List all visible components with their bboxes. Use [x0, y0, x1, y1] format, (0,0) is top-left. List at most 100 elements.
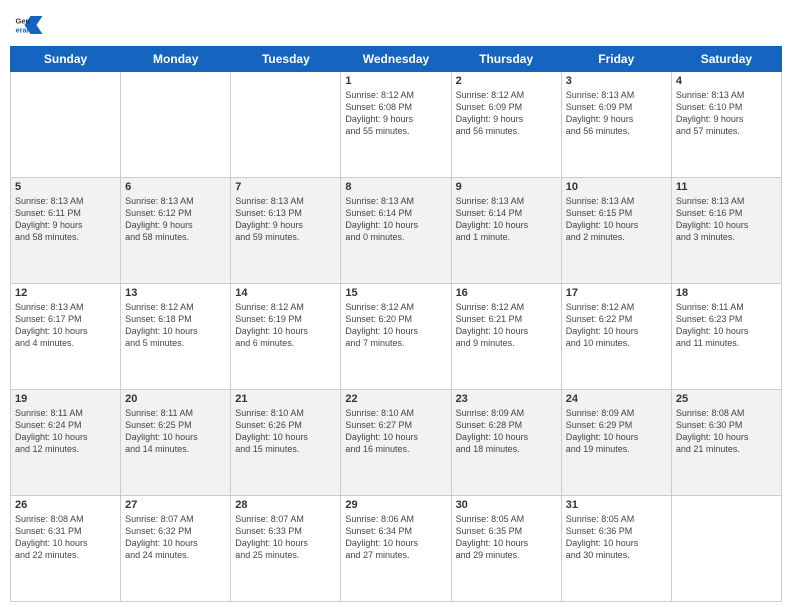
calendar-cell: 17Sunrise: 8:12 AM Sunset: 6:22 PM Dayli…: [561, 284, 671, 390]
day-info: Sunrise: 8:13 AM Sunset: 6:12 PM Dayligh…: [125, 195, 226, 244]
calendar-cell: 14Sunrise: 8:12 AM Sunset: 6:19 PM Dayli…: [231, 284, 341, 390]
calendar-cell: 7 Sunrise: 8:13 AM Sunset: 6:13 PM Daylig…: [231, 178, 341, 284]
day-info: Sunrise: 8:13 AM Sunset: 6:14 PM Dayligh…: [456, 195, 557, 244]
weekday-header-wednesday: Wednesday: [341, 47, 451, 72]
day-number: 20: [125, 393, 226, 405]
calendar-cell: [671, 496, 781, 602]
calendar-cell: 23 Sunrise: 8:09 AM Sunset: 6:28 PM Dayli…: [451, 390, 561, 496]
day-info: Sunrise: 8:10 AM Sunset: 6:27 PM Dayligh…: [345, 407, 446, 456]
day-info: Sunrise: 8:12 AM Sunset: 6:20 PM Dayligh…: [345, 301, 446, 350]
day-number: 14: [235, 287, 336, 299]
svg-text:Gen: Gen: [16, 17, 31, 26]
day-number: 10: [566, 181, 667, 193]
calendar-cell: [121, 72, 231, 178]
day-number: 22: [345, 393, 446, 405]
day-info: Sunrise: 8:08 AM Sunset: 6:30 PM Dayligh…: [676, 407, 777, 456]
calendar-cell: 21 Sunrise: 8:10 AM Sunset: 6:26 PM Dayli…: [231, 390, 341, 496]
calendar-cell: [11, 72, 121, 178]
calendar-cell: 26 Sunrise: 8:08 AM Sunset: 6:31 PM Dayli…: [11, 496, 121, 602]
day-number: 30: [456, 499, 557, 511]
logo-icon: Gen eral: [14, 10, 44, 40]
logo: Gen eral: [14, 10, 48, 40]
calendar-cell: 13 Sunrise: 8:12 AM Sunset: 6:18 PM Dayli…: [121, 284, 231, 390]
calendar-cell: 16 Sunrise: 8:12 AM Sunset: 6:21 PM Dayli…: [451, 284, 561, 390]
calendar-cell: 27Sunrise: 8:07 AM Sunset: 6:32 PM Dayli…: [121, 496, 231, 602]
day-number: 25: [676, 393, 777, 405]
day-number: 1: [345, 75, 446, 87]
calendar-cell: [231, 72, 341, 178]
calendar-table: SundayMondayTuesdayWednesdayThursdayFrid…: [10, 46, 782, 602]
day-info: Sunrise: 8:13 AM Sunset: 6:09 PM Dayligh…: [566, 89, 667, 138]
calendar-week-row: 1 Sunrise: 8:12 AM Sunset: 6:08 PM Daylig…: [11, 72, 782, 178]
day-info: Sunrise: 8:06 AM Sunset: 6:34 PM Dayligh…: [345, 513, 446, 562]
day-number: 3: [566, 75, 667, 87]
calendar-cell: 2 Sunrise: 8:12 AM Sunset: 6:09 PM Daylig…: [451, 72, 561, 178]
calendar-cell: 28 Sunrise: 8:07 AM Sunset: 6:33 PM Dayli…: [231, 496, 341, 602]
calendar-cell: 11Sunrise: 8:13 AM Sunset: 6:16 PM Dayli…: [671, 178, 781, 284]
day-info: Sunrise: 8:13 AM Sunset: 6:14 PM Dayligh…: [345, 195, 446, 244]
day-number: 13: [125, 287, 226, 299]
day-info: Sunrise: 8:12 AM Sunset: 6:08 PM Dayligh…: [345, 89, 446, 138]
calendar-cell: 30 Sunrise: 8:05 AM Sunset: 6:35 PM Dayli…: [451, 496, 561, 602]
calendar-cell: 6 Sunrise: 8:13 AM Sunset: 6:12 PM Daylig…: [121, 178, 231, 284]
day-info: Sunrise: 8:13 AM Sunset: 6:17 PM Dayligh…: [15, 301, 116, 350]
day-info: Sunrise: 8:12 AM Sunset: 6:18 PM Dayligh…: [125, 301, 226, 350]
day-number: 15: [345, 287, 446, 299]
day-number: 7: [235, 181, 336, 193]
day-number: 29: [345, 499, 446, 511]
day-number: 8: [345, 181, 446, 193]
calendar-cell: 25 Sunrise: 8:08 AM Sunset: 6:30 PM Dayli…: [671, 390, 781, 496]
day-number: 28: [235, 499, 336, 511]
day-info: Sunrise: 8:05 AM Sunset: 6:35 PM Dayligh…: [456, 513, 557, 562]
weekday-header-tuesday: Tuesday: [231, 47, 341, 72]
day-info: Sunrise: 8:08 AM Sunset: 6:31 PM Dayligh…: [15, 513, 116, 562]
day-info: Sunrise: 8:13 AM Sunset: 6:13 PM Dayligh…: [235, 195, 336, 244]
day-number: 12: [15, 287, 116, 299]
day-info: Sunrise: 8:13 AM Sunset: 6:10 PM Dayligh…: [676, 89, 777, 138]
header: Gen eral: [10, 10, 782, 40]
calendar-cell: 20 Sunrise: 8:11 AM Sunset: 6:25 PM Dayli…: [121, 390, 231, 496]
weekday-header-row: SundayMondayTuesdayWednesdayThursdayFrid…: [11, 47, 782, 72]
day-info: Sunrise: 8:11 AM Sunset: 6:24 PM Dayligh…: [15, 407, 116, 456]
calendar-week-row: 19 Sunrise: 8:11 AM Sunset: 6:24 PM Dayli…: [11, 390, 782, 496]
day-info: Sunrise: 8:07 AM Sunset: 6:33 PM Dayligh…: [235, 513, 336, 562]
calendar-week-row: 26 Sunrise: 8:08 AM Sunset: 6:31 PM Dayli…: [11, 496, 782, 602]
day-number: 24: [566, 393, 667, 405]
day-number: 6: [125, 181, 226, 193]
day-number: 16: [456, 287, 557, 299]
day-info: Sunrise: 8:13 AM Sunset: 6:11 PM Dayligh…: [15, 195, 116, 244]
weekday-header-monday: Monday: [121, 47, 231, 72]
day-info: Sunrise: 8:09 AM Sunset: 6:28 PM Dayligh…: [456, 407, 557, 456]
day-info: Sunrise: 8:13 AM Sunset: 6:16 PM Dayligh…: [676, 195, 777, 244]
day-info: Sunrise: 8:12 AM Sunset: 6:22 PM Dayligh…: [566, 301, 667, 350]
day-number: 9: [456, 181, 557, 193]
calendar-cell: 5Sunrise: 8:13 AM Sunset: 6:11 PM Daylig…: [11, 178, 121, 284]
day-info: Sunrise: 8:12 AM Sunset: 6:21 PM Dayligh…: [456, 301, 557, 350]
calendar-cell: 10 Sunrise: 8:13 AM Sunset: 6:15 PM Dayli…: [561, 178, 671, 284]
day-info: Sunrise: 8:12 AM Sunset: 6:09 PM Dayligh…: [456, 89, 557, 138]
day-info: Sunrise: 8:05 AM Sunset: 6:36 PM Dayligh…: [566, 513, 667, 562]
day-info: Sunrise: 8:11 AM Sunset: 6:25 PM Dayligh…: [125, 407, 226, 456]
calendar-cell: 19 Sunrise: 8:11 AM Sunset: 6:24 PM Dayli…: [11, 390, 121, 496]
calendar-week-row: 5Sunrise: 8:13 AM Sunset: 6:11 PM Daylig…: [11, 178, 782, 284]
day-info: Sunrise: 8:13 AM Sunset: 6:15 PM Dayligh…: [566, 195, 667, 244]
calendar-cell: 1 Sunrise: 8:12 AM Sunset: 6:08 PM Daylig…: [341, 72, 451, 178]
day-number: 31: [566, 499, 667, 511]
day-number: 26: [15, 499, 116, 511]
calendar-cell: 24Sunrise: 8:09 AM Sunset: 6:29 PM Dayli…: [561, 390, 671, 496]
day-info: Sunrise: 8:10 AM Sunset: 6:26 PM Dayligh…: [235, 407, 336, 456]
day-number: 2: [456, 75, 557, 87]
day-number: 27: [125, 499, 226, 511]
calendar-cell: 8 Sunrise: 8:13 AM Sunset: 6:14 PM Daylig…: [341, 178, 451, 284]
weekday-header-thursday: Thursday: [451, 47, 561, 72]
day-number: 19: [15, 393, 116, 405]
day-number: 21: [235, 393, 336, 405]
weekday-header-sunday: Sunday: [11, 47, 121, 72]
day-number: 23: [456, 393, 557, 405]
calendar-week-row: 12 Sunrise: 8:13 AM Sunset: 6:17 PM Dayli…: [11, 284, 782, 390]
calendar-cell: 22 Sunrise: 8:10 AM Sunset: 6:27 PM Dayli…: [341, 390, 451, 496]
calendar-cell: 31 Sunrise: 8:05 AM Sunset: 6:36 PM Dayli…: [561, 496, 671, 602]
day-number: 18: [676, 287, 777, 299]
weekday-header-friday: Friday: [561, 47, 671, 72]
svg-text:eral: eral: [16, 26, 29, 35]
